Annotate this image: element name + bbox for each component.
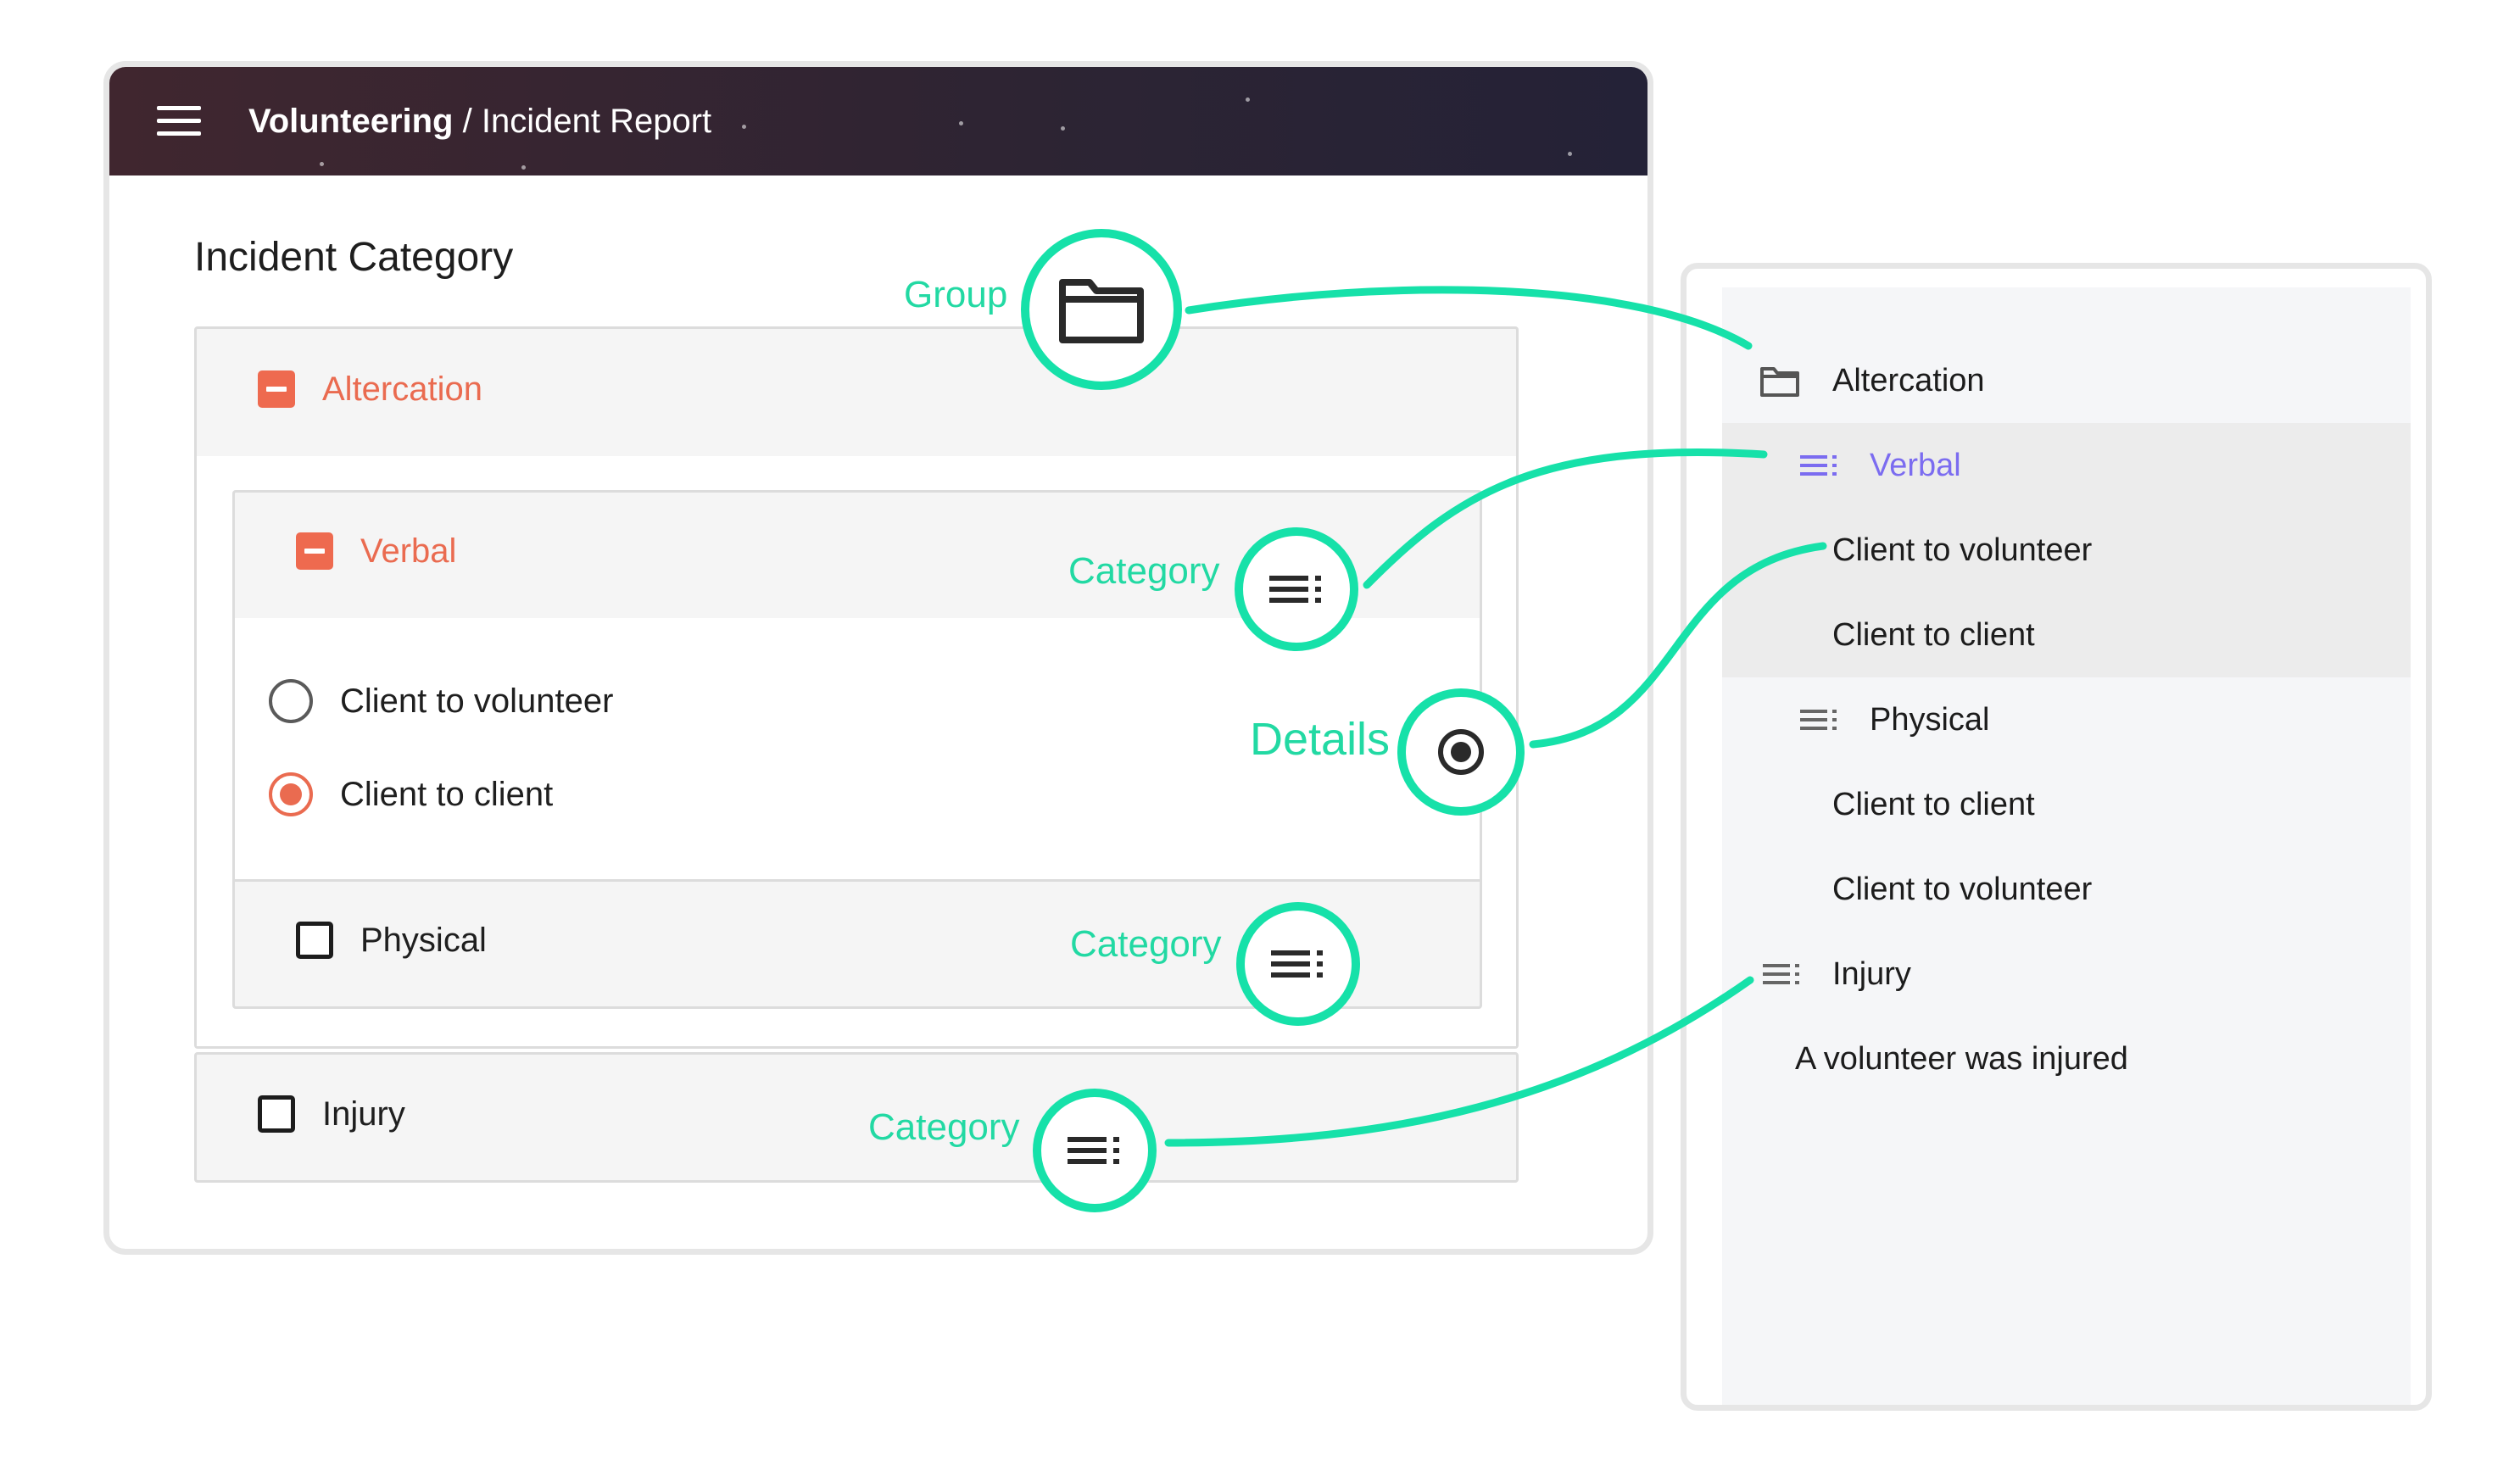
callout-details <box>1397 688 1525 816</box>
callout-category-physical <box>1236 902 1360 1026</box>
callout-category-verbal <box>1235 527 1358 651</box>
callout-category-injury <box>1033 1089 1157 1212</box>
callout-label-category-verbal: Category <box>1068 550 1220 592</box>
callout-label-category-physical: Category <box>1070 923 1222 965</box>
category-list-icon <box>1271 950 1323 978</box>
callout-label-group: Group <box>904 274 1008 315</box>
callout-label-category-injury: Category <box>868 1106 1020 1148</box>
category-list-icon <box>1269 576 1321 603</box>
radio-selected-icon <box>1438 729 1484 775</box>
callout-group <box>1021 229 1182 390</box>
callout-label-details: Details <box>1250 714 1391 765</box>
category-list-icon <box>1068 1137 1119 1164</box>
folder-icon <box>1059 279 1144 343</box>
